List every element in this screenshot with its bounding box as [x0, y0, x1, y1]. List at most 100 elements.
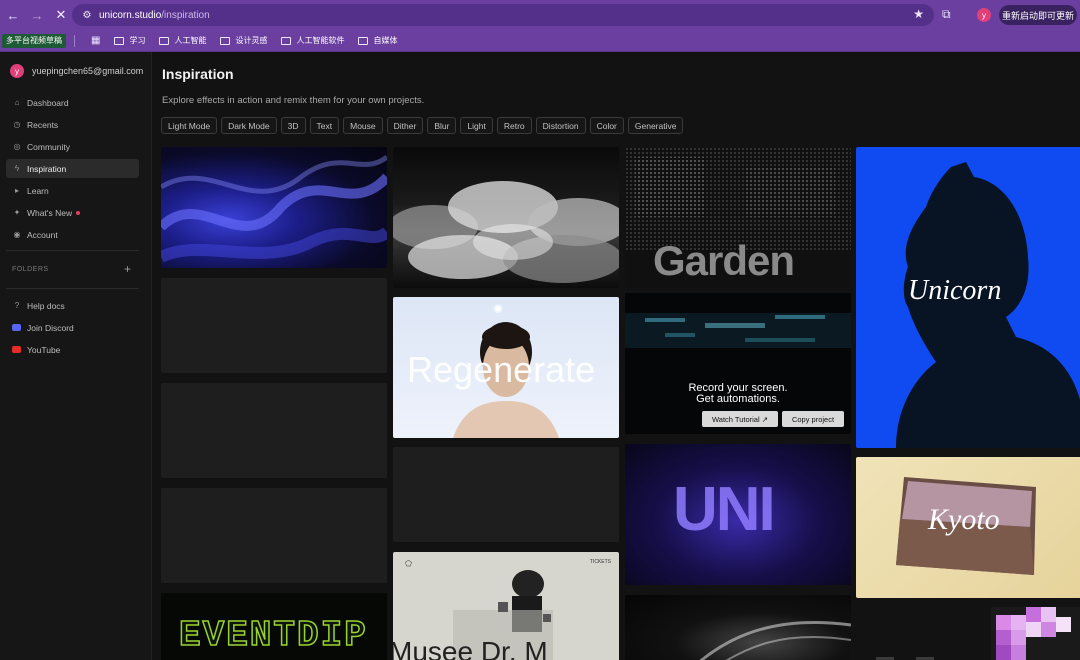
folder-icon: [114, 36, 125, 45]
help-links: ? Help docs Join Discord YouTube: [6, 296, 139, 362]
kyoto-text: Kyoto: [928, 503, 1000, 536]
effect-card-unicorn-silhouette[interactable]: Unicorn: [856, 147, 1080, 448]
page-title: Inspiration: [162, 66, 234, 82]
effect-card-loading[interactable]: [161, 383, 387, 478]
globe-icon: ◎: [13, 142, 21, 151]
new-indicator-dot: [76, 210, 81, 215]
user-icon: ◉: [13, 230, 21, 239]
back-arrow-icon[interactable]: ←: [2, 4, 24, 26]
profile-avatar[interactable]: y: [977, 8, 991, 22]
bookmark-folder[interactable]: 人工智能: [159, 35, 206, 46]
effect-card-loading[interactable]: [161, 488, 387, 583]
effect-card-pixel[interactable]: [856, 607, 1080, 660]
sidebar-item-dashboard[interactable]: ⌂ Dashboard: [6, 93, 139, 112]
tag-distortion[interactable]: Distortion: [535, 117, 586, 134]
account-switcher[interactable]: y yuepingchen65@gmail.com: [10, 64, 143, 78]
chrome-swirl-art: [699, 621, 851, 660]
tag-dither[interactable]: Dither: [386, 117, 424, 134]
tag-retro[interactable]: Retro: [496, 117, 532, 134]
bookmark-folder[interactable]: 人工智能软件: [281, 35, 344, 46]
bookmark-item[interactable]: 多平台视频草稿: [2, 33, 66, 48]
sidebar-nav: ⌂ Dashboard ◷ Recents ◎ Community ϟ Inspirat…: [6, 93, 139, 247]
bookmark-star-icon[interactable]: ★: [913, 7, 924, 21]
pixel-art: [876, 607, 1080, 660]
garden-text: Garden: [653, 237, 795, 284]
folder-icon: [159, 36, 170, 45]
sidebar-item-community[interactable]: ◎ Community: [6, 137, 139, 156]
sidebar-item-discord[interactable]: Join Discord: [6, 318, 139, 337]
tag-light[interactable]: Light: [460, 117, 493, 134]
effect-card-musee[interactable]: ⬠ TICKETS Musee Dr. M: [393, 552, 619, 660]
sidebar-item-whats-new[interactable]: ✦ What's New: [6, 203, 139, 222]
clock-icon: ◷: [13, 120, 21, 129]
tag-dark-mode[interactable]: Dark Mode: [221, 117, 277, 134]
url-text: unicorn.studio/inspiration: [99, 9, 210, 21]
sidebar-item-learn[interactable]: ▸ Learn: [6, 181, 139, 200]
copy-project-button[interactable]: Copy project: [782, 411, 844, 427]
effect-card-clouds[interactable]: [393, 147, 619, 288]
tag-text[interactable]: Text: [309, 117, 340, 134]
page-subtitle: Explore effects in action and remix them…: [162, 95, 425, 106]
address-bar[interactable]: ⚙ unicorn.studio/inspiration ★: [72, 4, 934, 26]
effect-card-eventdip[interactable]: EVENTDIP: [161, 593, 387, 660]
sidebar-divider: [6, 288, 139, 289]
sidebar: y yuepingchen65@gmail.com ⌂ Dashboard ◷ Re…: [0, 52, 152, 660]
blue-waves-art: [161, 154, 387, 263]
bookmark-folder[interactable]: 自媒体: [358, 35, 397, 46]
effect-card-regenerate[interactable]: ✺ Regenerate: [393, 297, 619, 438]
uni-text: UNI: [673, 475, 776, 544]
home-icon: ⌂: [14, 98, 20, 107]
musee-text: Musee Dr. M: [393, 636, 548, 660]
folder-icon: [358, 36, 369, 45]
avatar: y: [10, 64, 24, 78]
filter-tags: Light Mode Dark Mode 3D Text Mouse Dithe…: [161, 117, 687, 134]
forward-arrow-icon[interactable]: →: [26, 4, 48, 26]
sidebar-item-help-docs[interactable]: ? Help docs: [6, 296, 139, 315]
effect-card-loading[interactable]: [393, 447, 619, 542]
bookmarks-bar: 多平台视频草稿 ▦ 学习 人工智能 设计灵感 人工智能软件 自媒体: [0, 30, 1080, 52]
main-content: Inspiration Explore effects in action an…: [152, 52, 1080, 660]
bookmark-separator: [74, 34, 75, 47]
watch-tutorial-button[interactable]: Watch Tutorial ↗: [702, 411, 778, 427]
sidebar-item-account[interactable]: ◉ Account: [6, 225, 139, 244]
tag-color[interactable]: Color: [589, 117, 624, 134]
bookmark-folder[interactable]: 设计灵感: [220, 35, 267, 46]
discord-icon: [12, 324, 21, 331]
folder-icon: [281, 36, 292, 45]
sidebar-item-youtube[interactable]: YouTube: [6, 340, 139, 359]
tag-3d[interactable]: 3D: [280, 117, 306, 134]
site-info-icon[interactable]: ⚙: [78, 10, 96, 21]
tag-mouse[interactable]: Mouse: [343, 117, 383, 134]
clouds-art: [393, 181, 619, 283]
regenerate-text: Regenerate: [407, 349, 596, 390]
sidebar-item-inspiration[interactable]: ϟ Inspiration: [6, 159, 139, 178]
effect-card-garden[interactable]: Garden: [625, 147, 851, 288]
browser-toolbar: ← → ✕ ⚙ unicorn.studio/inspiration ★ ⧉ y…: [0, 0, 1080, 30]
bolt-icon: ϟ: [14, 164, 20, 173]
sidebar-item-recents[interactable]: ◷ Recents: [6, 115, 139, 134]
account-email: yuepingchen65@gmail.com: [32, 66, 144, 76]
unicorn-text: Unicorn: [908, 275, 1002, 306]
folders-label: FOLDERS: [12, 266, 49, 273]
update-button[interactable]: 重新启动即可更新: [999, 5, 1077, 25]
tag-blur[interactable]: Blur: [427, 117, 457, 134]
play-icon: ▸: [14, 186, 19, 195]
add-folder-icon[interactable]: +: [124, 262, 131, 276]
effect-card-uni[interactable]: UNI: [625, 444, 851, 585]
apps-grid-icon[interactable]: ▦: [91, 35, 100, 46]
folder-icon: [220, 36, 231, 45]
effect-card-kyoto[interactable]: Kyoto: [856, 457, 1080, 598]
record-headline: Record your screen. Get automations.: [625, 383, 851, 405]
effect-card-blue-waves[interactable]: [161, 147, 387, 268]
question-icon: ?: [14, 301, 20, 310]
effect-card-loading[interactable]: [161, 278, 387, 373]
stop-loading-icon[interactable]: ✕: [50, 4, 72, 26]
effect-card-chrome-swirl[interactable]: [625, 595, 851, 660]
tag-generative[interactable]: Generative: [627, 117, 684, 134]
tag-light-mode[interactable]: Light Mode: [161, 117, 218, 134]
youtube-icon: [12, 346, 21, 353]
effect-card-record-screen[interactable]: Record your screen. Get automations. Wat…: [625, 293, 851, 434]
extensions-puzzle-icon[interactable]: ⧉: [942, 7, 951, 22]
record-line-2: Get automations.: [696, 393, 780, 405]
bookmark-folder[interactable]: 学习: [114, 35, 145, 46]
